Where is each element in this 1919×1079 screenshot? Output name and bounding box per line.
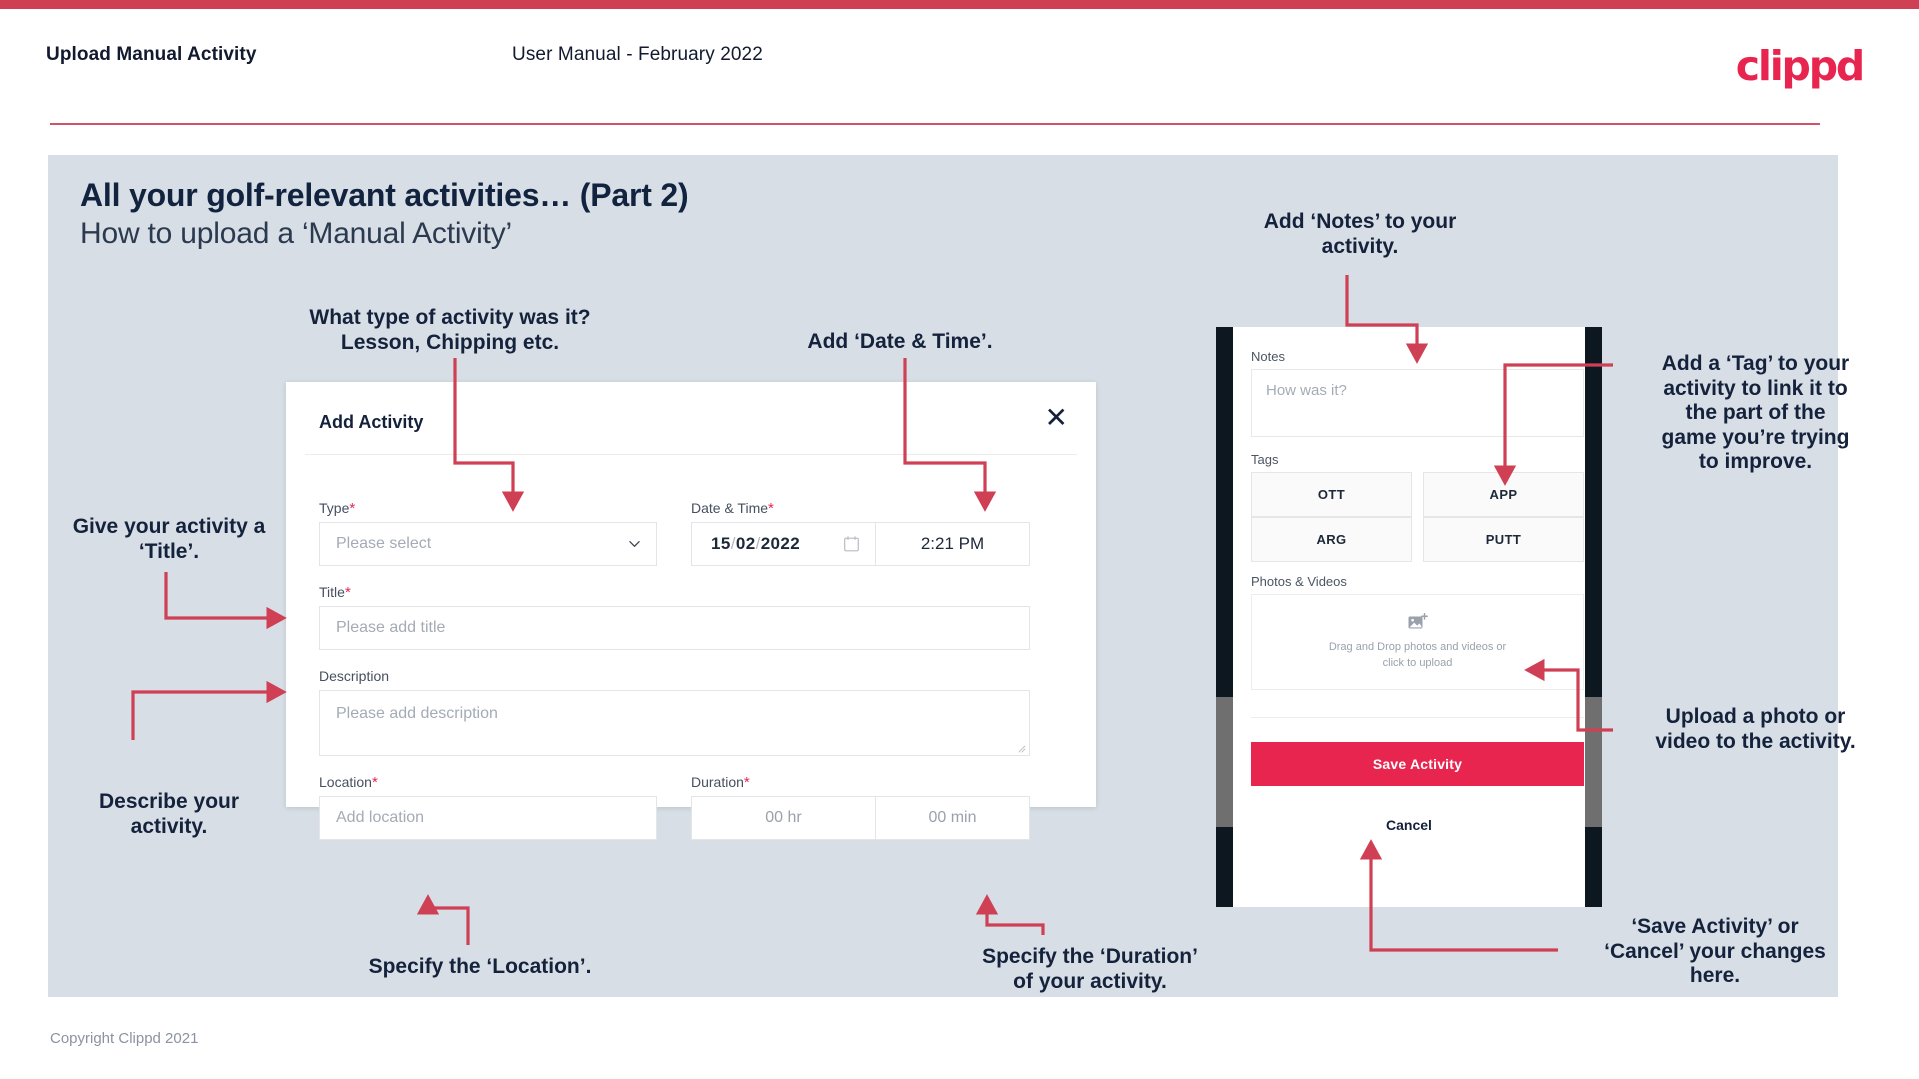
duration-hours-value: 00 hr [765, 809, 802, 826]
page-subtitle: User Manual - February 2022 [512, 44, 763, 65]
location-placeholder: Add location [336, 809, 425, 826]
add-image-icon [1408, 612, 1428, 628]
tag-ott-button[interactable]: OTT [1251, 472, 1412, 517]
close-icon[interactable]: ✕ [1045, 404, 1068, 432]
description-placeholder: Please add description [336, 705, 498, 722]
tag-putt-button[interactable]: PUTT [1423, 517, 1584, 562]
duration-minutes-value: 00 min [928, 809, 977, 826]
date-input[interactable]: 15/02/2022 [691, 522, 876, 566]
annotation-duration: Specify the ‘Duration’ of your activity. [982, 945, 1198, 993]
tag-app-button[interactable]: APP [1423, 472, 1584, 517]
description-label: Description [319, 668, 390, 684]
required-marker: * [768, 500, 774, 517]
page-title: Upload Manual Activity [46, 44, 257, 65]
media-label: Photos & Videos [1251, 574, 1347, 589]
description-textarea[interactable]: Please add description [319, 690, 1030, 756]
annotation-upload: Upload a photo or video to the activity. [1655, 705, 1856, 753]
phone-left-scrollbar[interactable] [1216, 697, 1233, 827]
time-input[interactable]: 2:21 PM [876, 522, 1030, 566]
annotation-type: What type of activity was it? Lesson, Ch… [309, 306, 591, 354]
time-value: 2:21 PM [920, 534, 985, 553]
type-label: Type* [319, 500, 356, 517]
slide-page: Upload Manual Activity User Manual - Feb… [0, 0, 1919, 1079]
annotation-title: Give your activity a ‘Title’. [72, 515, 266, 563]
annotation-save: ‘Save Activity’ or ‘Cancel’ your changes… [1604, 915, 1826, 988]
annotation-tag: Add a ‘Tag’ to your activity to link it … [1661, 352, 1850, 474]
notes-input[interactable]: How was it? [1251, 369, 1584, 437]
notes-placeholder: How was it? [1266, 382, 1347, 399]
required-marker: * [371, 774, 378, 791]
tag-arg-button[interactable]: ARG [1251, 517, 1412, 562]
duration-minutes-input[interactable]: 00 min [876, 796, 1030, 840]
media-dropzone[interactable]: Drag and Drop photos and videos or click… [1251, 594, 1584, 690]
notes-label: Notes [1251, 349, 1285, 364]
phone-divider [1251, 717, 1584, 718]
title-placeholder: Please add title [336, 619, 446, 636]
annotation-location: Specify the ‘Location’. [368, 955, 592, 978]
dialog-divider [305, 454, 1077, 455]
slide-heading: All your golf-relevant activities… (Part… [80, 177, 689, 213]
annotation-describe: Describe your activity. [98, 790, 240, 838]
phone-screen: Notes How was it? Tags OTT APP ARG PUTT … [1233, 327, 1585, 907]
required-marker: * [344, 584, 351, 601]
title-input[interactable]: Please add title [319, 606, 1030, 650]
location-label: Location* [319, 774, 378, 791]
date-value: 15/02/2022 [711, 534, 801, 553]
resize-handle-icon[interactable] [1017, 744, 1026, 753]
phone-mockup: Notes How was it? Tags OTT APP ARG PUTT … [1216, 327, 1602, 907]
top-accent-bar [0, 0, 1919, 9]
datetime-label: Date & Time* [691, 500, 774, 517]
duration-label: Duration* [691, 774, 750, 791]
cancel-button[interactable]: Cancel [1233, 817, 1585, 833]
annotation-notes: Add ‘Notes’ to your activity. [1263, 210, 1457, 258]
type-placeholder: Please select [336, 535, 432, 552]
footer-copyright: Copyright Clippd 2021 [50, 1030, 199, 1047]
clippd-logo: clippd [1735, 42, 1865, 90]
header-divider [50, 123, 1820, 125]
chevron-down-icon [629, 541, 640, 547]
title-label: Title* [319, 584, 351, 601]
calendar-icon[interactable] [844, 536, 859, 552]
duration-hours-input[interactable]: 00 hr [691, 796, 876, 840]
location-input[interactable]: Add location [319, 796, 657, 840]
required-marker: * [349, 500, 356, 517]
add-activity-dialog: Add Activity ✕ Type* Please select Date … [286, 382, 1096, 840]
required-marker: * [743, 774, 750, 791]
media-hint: Drag and Drop photos and videos or click… [1328, 640, 1507, 670]
phone-right-scrollbar[interactable] [1585, 697, 1602, 827]
tags-label: Tags [1251, 452, 1279, 467]
type-select[interactable]: Please select [319, 522, 657, 566]
annotation-datetime: Add ‘Date & Time’. [807, 330, 993, 353]
save-activity-button[interactable]: Save Activity [1251, 742, 1584, 786]
slide-subheading: How to upload a ‘Manual Activity’ [80, 217, 512, 250]
dialog-title: Add Activity [319, 412, 424, 432]
